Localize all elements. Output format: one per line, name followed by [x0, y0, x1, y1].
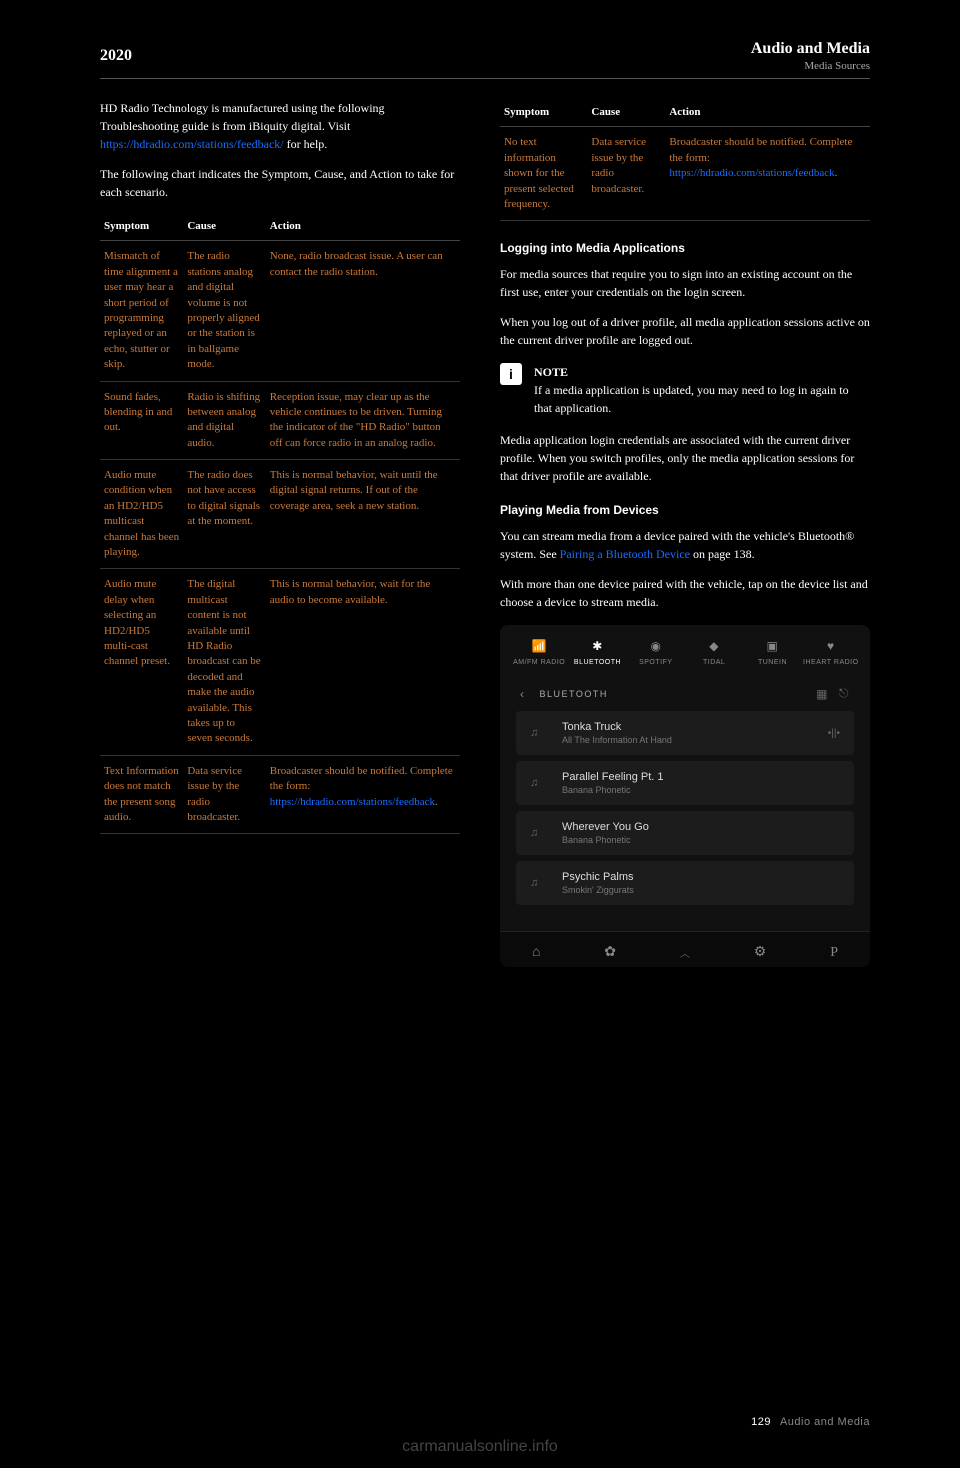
login-p3: Media application login credentials are … — [500, 431, 870, 485]
grid-view-icon[interactable]: ▦ — [816, 687, 829, 701]
back-icon[interactable]: ‹ — [520, 687, 526, 701]
login-p1: For media sources that require you to si… — [500, 265, 870, 301]
music-note-icon: ♫ — [530, 827, 548, 839]
page-subtitle: Media Sources — [751, 60, 870, 72]
watermark: carmanualsonline.info — [402, 1438, 558, 1456]
music-note-icon: ♫ — [530, 877, 548, 889]
expand-icon[interactable]: ︿ — [680, 945, 690, 960]
table-row: Mismatch of time alignment a user may he… — [100, 241, 460, 381]
intro-paragraph: HD Radio Technology is manufactured usin… — [100, 99, 460, 153]
th-action-r: Action — [665, 99, 870, 127]
music-note-icon: ♫ — [530, 727, 548, 739]
track-item[interactable]: ♫ Tonka TruckAll The Information At Hand… — [516, 711, 854, 755]
car-icon[interactable]: ⌂ — [532, 945, 540, 961]
source-bluetooth[interactable]: ✱BLUETOOTH — [568, 639, 626, 666]
source-tidal[interactable]: ◆TIDAL — [685, 639, 743, 666]
table-row: Sound fades, blending in and out.Radio i… — [100, 381, 460, 460]
page-footer: 129 Audio and Media — [751, 1416, 870, 1428]
source-iheart[interactable]: ♥IHEART RADIO — [802, 639, 860, 666]
track-item[interactable]: ♫ Parallel Feeling Pt. 1Banana Phonetic — [516, 761, 854, 805]
music-note-icon: ♫ — [530, 777, 548, 789]
page-title: Audio and Media — [751, 40, 870, 58]
feedback-link-right[interactable]: https://hdradio.com/stations/feedback — [669, 167, 834, 179]
troubleshooting-table: Symptom Cause Action Mismatch of time al… — [100, 213, 460, 834]
table-intro: The following chart indicates the Sympto… — [100, 165, 460, 201]
table-row: Text Information does not match the pres… — [100, 755, 460, 834]
playing-p1: You can stream media from a device paire… — [500, 527, 870, 563]
th-symptom: Symptom — [100, 213, 183, 241]
now-playing-icon: •||• — [828, 728, 840, 739]
note-icon: i — [500, 363, 522, 385]
table-row: Audio mute condition when an HD2/HD5 mul… — [100, 460, 460, 569]
track-item[interactable]: ♫ Psychic PalmsSmokin' Ziggurats — [516, 861, 854, 905]
track-item[interactable]: ♫ Wherever You GoBanana Phonetic — [516, 811, 854, 855]
th-action: Action — [266, 213, 460, 241]
source-amfm[interactable]: 📶AM/FM RADIO — [510, 639, 568, 666]
settings-icon[interactable]: ⚙ — [754, 944, 767, 961]
source-spotify[interactable]: ◉SPOTIFY — [627, 639, 685, 666]
th-cause-r: Cause — [587, 99, 665, 127]
header-divider — [100, 78, 870, 79]
feedback-link[interactable]: https://hdradio.com/stations/feedback/ — [100, 137, 284, 151]
note-block: i NOTEIf a media application is updated,… — [500, 363, 870, 417]
source-tunein[interactable]: ▣TUNEIN — [743, 639, 801, 666]
playing-p2: With more than one device paired with th… — [500, 575, 870, 611]
park-icon[interactable]: P — [830, 945, 838, 961]
device-icon[interactable]: ⎋ — [839, 686, 850, 701]
pairing-link[interactable]: Pairing a Bluetooth Device — [560, 547, 690, 561]
troubleshooting-table-cont: Symptom Cause Action No text information… — [500, 99, 870, 221]
table-row: No text information shown for the presen… — [500, 127, 870, 221]
table-row: Audio mute delay when selecting an HD2/H… — [100, 569, 460, 755]
section-heading-login: Logging into Media Applications — [500, 241, 870, 255]
bt-heading: BLUETOOTH — [540, 689, 608, 699]
th-cause: Cause — [183, 213, 265, 241]
login-p2: When you log out of a driver profile, al… — [500, 313, 870, 349]
header-year: 2020 — [100, 47, 132, 65]
media-screenshot: 📶AM/FM RADIO ✱BLUETOOTH ◉SPOTIFY ◆TIDAL … — [500, 625, 870, 967]
fan-icon[interactable]: ✿ — [604, 944, 616, 961]
feedback-link-row5[interactable]: https://hdradio.com/stations/feedback — [270, 796, 435, 808]
th-symptom-r: Symptom — [500, 99, 587, 127]
section-heading-playing: Playing Media from Devices — [500, 503, 870, 517]
